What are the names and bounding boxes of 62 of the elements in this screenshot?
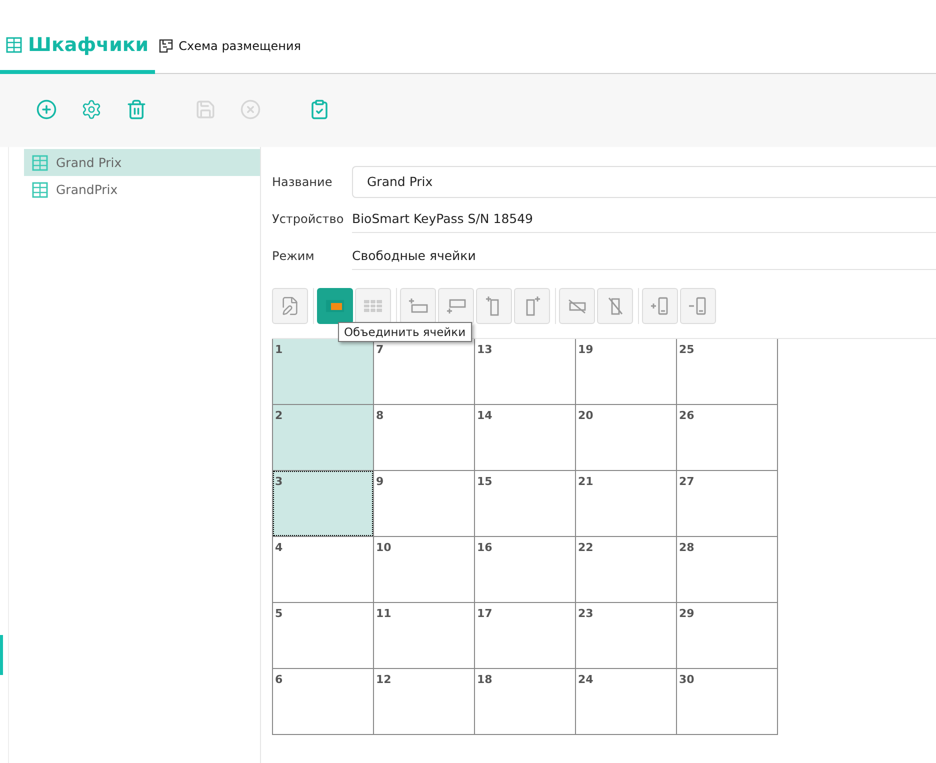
locker-cell[interactable]: 5 bbox=[273, 603, 373, 668]
locker-cell[interactable]: 23 bbox=[576, 603, 676, 668]
locker-cell[interactable]: 27 bbox=[677, 471, 777, 536]
trash-icon bbox=[126, 98, 147, 120]
settings-icon bbox=[81, 98, 102, 120]
locker-cell[interactable]: 11 bbox=[374, 603, 474, 668]
col-right-button[interactable] bbox=[514, 288, 550, 324]
row-above-button[interactable] bbox=[400, 288, 436, 324]
row-below-button[interactable] bbox=[438, 288, 474, 324]
locker-cell[interactable]: 22 bbox=[576, 537, 676, 602]
clipboard-check-icon bbox=[309, 98, 330, 120]
locker-cell[interactable]: 12 bbox=[374, 669, 474, 734]
edit-document-icon bbox=[280, 296, 300, 316]
locker-cell[interactable]: 24 bbox=[576, 669, 676, 734]
field-label: Название bbox=[272, 174, 334, 188]
locker-cell[interactable]: 16 bbox=[475, 537, 575, 602]
locker-icon bbox=[32, 182, 48, 198]
del-row-button[interactable] bbox=[559, 288, 595, 324]
device-value: BioSmart KeyPass S/N 18549 bbox=[352, 204, 936, 233]
locker-cell[interactable]: 29 bbox=[677, 603, 777, 668]
locker-cell[interactable]: 4 bbox=[273, 537, 373, 602]
list-item[interactable]: GrandPrix bbox=[24, 176, 260, 203]
locker-cell[interactable]: 8 bbox=[374, 405, 474, 470]
mode-value: Свободные ячейки bbox=[352, 241, 936, 270]
locker-cell[interactable]: 20 bbox=[576, 405, 676, 470]
add-icon bbox=[36, 98, 57, 120]
locker-cell[interactable]: 1 bbox=[273, 339, 373, 404]
locker-cell[interactable]: 14 bbox=[475, 405, 575, 470]
locker-cell[interactable]: 18 bbox=[475, 669, 575, 734]
split-button[interactable] bbox=[355, 288, 391, 324]
locker-icon bbox=[32, 154, 48, 170]
locker-cell[interactable]: 26 bbox=[677, 405, 777, 470]
locker-cell[interactable]: 19 bbox=[576, 339, 676, 404]
floor-plan-icon bbox=[158, 39, 173, 53]
locker-cell[interactable]: 30 bbox=[677, 669, 777, 734]
locker-cell[interactable]: 28 bbox=[677, 537, 777, 602]
plus-button[interactable] bbox=[642, 288, 678, 324]
col-left-button[interactable] bbox=[476, 288, 512, 324]
locker-cell[interactable]: 6 bbox=[273, 669, 373, 734]
field-label: Устройство bbox=[272, 212, 345, 226]
locker-cell[interactable]: 21 bbox=[576, 471, 676, 536]
locker-cell[interactable]: 7 bbox=[374, 339, 474, 404]
del-col-button[interactable] bbox=[597, 288, 633, 324]
cancel-icon bbox=[240, 98, 261, 120]
locker-cell[interactable]: 3 bbox=[273, 471, 373, 536]
locker-cell[interactable]: 17 bbox=[475, 603, 575, 668]
list-item[interactable]: Grand Prix bbox=[24, 149, 260, 176]
minus-button[interactable] bbox=[680, 288, 716, 324]
tooltip: Объединить ячейки bbox=[338, 322, 472, 342]
edit-button[interactable] bbox=[272, 288, 308, 324]
locker-cell[interactable]: 9 bbox=[374, 471, 474, 536]
locker-cell[interactable]: 2 bbox=[273, 405, 373, 470]
field-label: Режим bbox=[272, 248, 316, 262]
save-icon bbox=[195, 98, 216, 120]
locker-cell[interactable]: 15 bbox=[475, 471, 575, 536]
merge-cells-icon bbox=[326, 300, 344, 312]
locker-cell[interactable]: 10 bbox=[374, 537, 474, 602]
locker-icon bbox=[6, 37, 22, 53]
name-field[interactable]: Grand Prix bbox=[352, 166, 936, 198]
locker-cell[interactable]: 13 bbox=[475, 339, 575, 404]
tab[interactable]: Схема размещения bbox=[154, 0, 308, 74]
locker-cell[interactable]: 25 bbox=[677, 339, 777, 404]
